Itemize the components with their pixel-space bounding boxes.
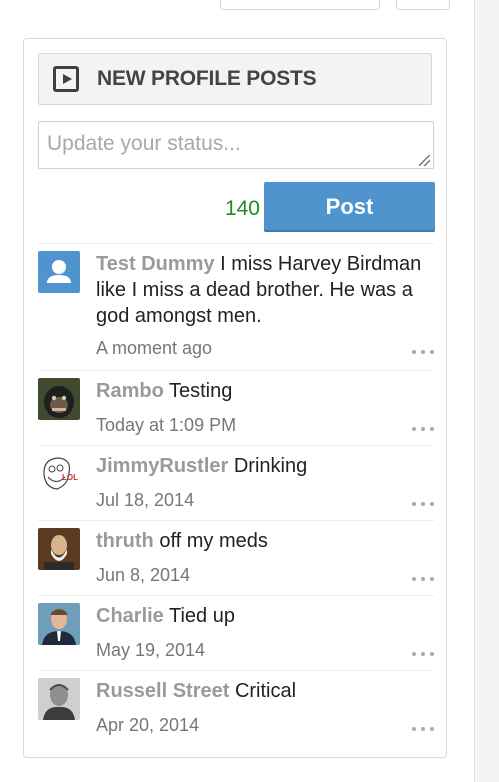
post-timestamp[interactable]: Apr 20, 2014 <box>96 715 199 736</box>
user-avatar[interactable] <box>38 378 80 420</box>
post-content: JimmyRustler Drinking <box>96 453 426 479</box>
profile-post-item: Russell Street Critical Apr 20, 2014 <box>38 678 434 748</box>
gray-portrait-icon <box>38 678 80 720</box>
lol-face-icon: LOL <box>38 453 80 495</box>
post-timestamp[interactable]: Jun 8, 2014 <box>96 565 190 586</box>
post-content: Russell Street Critical <box>96 678 426 704</box>
man-in-suit-icon <box>38 603 80 645</box>
post-content: Rambo Testing <box>96 378 426 404</box>
divider <box>38 595 434 596</box>
post-username[interactable]: Charlie <box>96 605 164 627</box>
divider <box>38 670 434 671</box>
svg-text:LOL: LOL <box>62 473 78 482</box>
user-avatar[interactable]: LOL <box>38 453 80 495</box>
post-message: Critical <box>234 680 297 702</box>
post-content: Test Dummy I miss Harvey Birdman like I … <box>96 251 426 329</box>
post-message: Testing <box>169 380 233 402</box>
post-timestamp[interactable]: Today at 1:09 PM <box>96 415 236 436</box>
post-timestamp[interactable]: Jul 18, 2014 <box>96 490 194 511</box>
post-timestamp[interactable]: A moment ago <box>96 338 212 359</box>
profile-post-item: LOL JimmyRustler Drinking Jul 18, 2014 <box>38 453 434 523</box>
post-message: Drinking <box>233 455 308 477</box>
status-input[interactable] <box>38 121 434 169</box>
more-options-icon[interactable] <box>412 347 434 357</box>
monkey-photo-icon <box>38 378 80 420</box>
character-counter: 140 <box>224 197 260 220</box>
user-avatar[interactable] <box>38 603 80 645</box>
more-options-icon[interactable] <box>412 574 434 584</box>
divider <box>38 520 434 521</box>
panel-title: NEW PROFILE POSTS <box>97 67 317 90</box>
resize-grip-icon[interactable] <box>419 155 430 166</box>
divider <box>38 243 434 244</box>
profile-post-item: thruth off my meds Jun 8, 2014 <box>38 528 434 598</box>
profile-post-item: Charlie Tied up May 19, 2014 <box>38 603 434 673</box>
post-content: thruth off my meds <box>96 528 426 554</box>
post-username[interactable]: JimmyRustler <box>96 455 228 477</box>
more-options-icon[interactable] <box>412 424 434 434</box>
divider <box>38 445 434 446</box>
post-content: Charlie Tied up <box>96 603 426 629</box>
post-username[interactable]: thruth <box>96 530 154 552</box>
top-button-edge <box>396 0 450 10</box>
more-options-icon[interactable] <box>412 649 434 659</box>
more-options-icon[interactable] <box>412 724 434 734</box>
scrollbar-track[interactable] <box>474 0 499 782</box>
post-message: Tied up <box>169 605 235 627</box>
new-profile-posts-panel: NEW PROFILE POSTS 140 Post Test Dummy I … <box>23 38 447 758</box>
post-username[interactable]: Rambo <box>96 380 164 402</box>
play-square-icon <box>53 66 79 92</box>
post-message: off my meds <box>159 530 268 552</box>
profile-post-item: Test Dummy I miss Harvey Birdman like I … <box>38 251 434 371</box>
user-avatar[interactable] <box>38 528 80 570</box>
post-username[interactable]: Russell Street <box>96 680 229 702</box>
post-username[interactable]: Test Dummy <box>96 253 215 275</box>
more-options-icon[interactable] <box>412 499 434 509</box>
panel-header: NEW PROFILE POSTS <box>38 53 432 105</box>
top-input-edge <box>220 0 380 10</box>
user-avatar[interactable] <box>38 678 80 720</box>
divider <box>38 370 434 371</box>
post-button[interactable]: Post <box>264 182 435 232</box>
user-avatar[interactable] <box>38 251 80 293</box>
profile-post-item: Rambo Testing Today at 1:09 PM <box>38 378 434 448</box>
default-user-icon <box>38 251 80 293</box>
post-timestamp[interactable]: May 19, 2014 <box>96 640 205 661</box>
bearded-man-icon <box>38 528 80 570</box>
